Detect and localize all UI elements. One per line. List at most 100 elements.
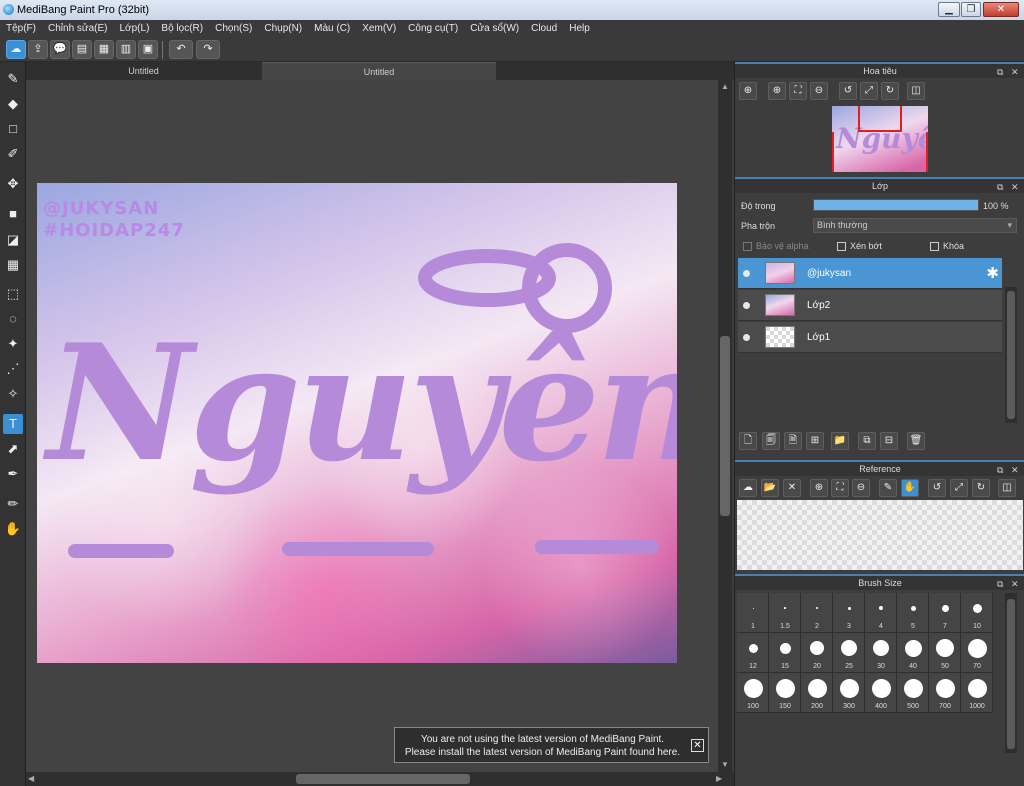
brush-size-cell[interactable]: 100 xyxy=(737,673,769,713)
scroll-left-arrow[interactable]: ◀ xyxy=(28,774,34,783)
brush-scroll-thumb[interactable] xyxy=(1007,599,1015,749)
tile-icon[interactable]: ▣ xyxy=(138,40,158,59)
new-layer-icon[interactable]: 🗋 xyxy=(739,432,757,450)
float-panel-icon[interactable]: ⧉ xyxy=(997,180,1003,194)
notice-close-icon[interactable]: ✕ xyxy=(691,739,704,752)
fill-rect-tool-icon[interactable]: ■ xyxy=(3,204,23,224)
tab-untitled-1[interactable]: Untitled xyxy=(26,62,261,80)
float-panel-icon[interactable]: ⧉ xyxy=(997,577,1003,591)
canvas-area[interactable]: @JUKYSAN #HOIDAP247 Nguyên xyxy=(26,80,718,772)
rotate-right-icon[interactable]: ↻ xyxy=(881,82,899,100)
brush-size-cell[interactable]: 2 xyxy=(801,593,833,633)
brush-size-cell[interactable]: 5 xyxy=(897,593,929,633)
redo-button[interactable]: ↷ xyxy=(196,40,220,59)
cloud-upload-icon[interactable]: ☁ xyxy=(6,40,26,59)
rotate-right-icon[interactable]: ↻ xyxy=(972,479,990,497)
blend-mode-select[interactable]: Bình thường ▾ xyxy=(813,218,1017,233)
lock-checkbox[interactable] xyxy=(930,242,939,251)
pen-tool-icon[interactable]: ✐ xyxy=(3,144,23,164)
brush-size-cell[interactable]: 1.5 xyxy=(769,593,801,633)
menu-item-7[interactable]: Xem(V) xyxy=(356,20,402,38)
brush-size-cell[interactable]: 7 xyxy=(929,593,961,633)
visibility-eye-icon[interactable] xyxy=(743,270,750,277)
close-panel-icon[interactable]: ✕ xyxy=(1011,65,1019,79)
zoom-in-alt-icon[interactable]: ⊕ xyxy=(768,82,786,100)
layer-row[interactable]: @jukysan ✱ xyxy=(738,258,1002,289)
gradient-tool-icon[interactable]: ▦ xyxy=(3,255,23,275)
menu-item-2[interactable]: Lớp(L) xyxy=(114,20,156,38)
tab-untitled-2[interactable]: Untitled xyxy=(262,62,496,80)
magic-wand-tool-icon[interactable]: ✦ xyxy=(3,334,23,354)
fit-canvas-icon[interactable]: ⤢ xyxy=(860,82,878,100)
update-notice[interactable]: You are not using the latest version of … xyxy=(394,727,709,763)
menu-item-3[interactable]: Bộ lọc(R) xyxy=(155,20,209,38)
brush-size-cell[interactable]: 25 xyxy=(833,633,865,673)
eyedropper-icon[interactable]: ✎ xyxy=(879,479,897,497)
close-button[interactable]: ✕ xyxy=(983,2,1019,17)
rectangle-tool-icon[interactable]: □ xyxy=(3,119,23,139)
layer-row[interactable]: Lớp2 xyxy=(738,290,1002,321)
new-1bit-layer-icon[interactable]: ⊞ xyxy=(806,432,824,450)
scroll-up-arrow[interactable]: ▲ xyxy=(721,82,729,91)
fit-window-icon[interactable]: ⛶ xyxy=(789,82,807,100)
brush-size-cell[interactable]: 10 xyxy=(961,593,993,633)
brush-size-cell[interactable]: 50 xyxy=(929,633,961,673)
flip-icon[interactable]: ◫ xyxy=(998,479,1016,497)
select-eraser-tool-icon[interactable]: ✧ xyxy=(3,384,23,404)
brush-size-cell[interactable]: 200 xyxy=(801,673,833,713)
fit-window-icon[interactable]: ⛶ xyxy=(831,479,849,497)
merge-layer-icon[interactable]: ⊟ xyxy=(880,432,898,450)
brush-size-cell[interactable]: 1 xyxy=(737,593,769,633)
menu-item-4[interactable]: Chọn(S) xyxy=(209,20,258,38)
brush-size-cell[interactable]: 12 xyxy=(737,633,769,673)
new-8bit-layer-icon[interactable]: 🗎 xyxy=(784,432,802,450)
divide-tool-icon[interactable]: ✒ xyxy=(3,464,23,484)
text-tool-icon[interactable]: T xyxy=(3,414,23,434)
maximize-button[interactable]: ❐ xyxy=(961,2,981,17)
layer-row[interactable]: Lớp1 xyxy=(738,322,1002,353)
brush-size-cell[interactable]: 40 xyxy=(897,633,929,673)
bucket-tool-icon[interactable]: ◪ xyxy=(3,230,23,250)
brush-size-cell[interactable]: 1000 xyxy=(961,673,993,713)
visibility-eye-icon[interactable] xyxy=(743,334,750,341)
zoom-out-icon[interactable]: ⊖ xyxy=(810,82,828,100)
lasso-tool-icon[interactable]: ◌ xyxy=(3,309,23,329)
flip-icon[interactable]: ◫ xyxy=(907,82,925,100)
zoom-in-icon[interactable]: ⊕ xyxy=(810,479,828,497)
cloud-download-icon[interactable]: ☁ xyxy=(739,479,757,497)
close-reference-icon[interactable]: ✕ xyxy=(783,479,801,497)
panel-layout-icon[interactable]: ▥ xyxy=(116,40,136,59)
new-halftone-layer-icon[interactable]: 🗐 xyxy=(762,432,780,450)
vertical-scroll-thumb[interactable] xyxy=(720,336,730,516)
select-pen-tool-icon[interactable]: ⋰ xyxy=(3,359,23,379)
minimize-button[interactable]: ▁ xyxy=(938,2,960,17)
undo-button[interactable]: ↶ xyxy=(169,40,193,59)
canvas-vertical-scrollbar[interactable]: ▲ ▼ xyxy=(718,80,732,772)
brush-size-cell[interactable]: 70 xyxy=(961,633,993,673)
menu-item-8[interactable]: Công cụ(T) xyxy=(402,20,464,38)
rotate-left-icon[interactable]: ↺ xyxy=(928,479,946,497)
brush-size-cell[interactable]: 4 xyxy=(865,593,897,633)
eyedropper-tool-icon[interactable]: ✏ xyxy=(3,494,23,514)
eraser-tool-icon[interactable]: ◆ xyxy=(3,94,23,114)
artwork-canvas[interactable]: @JUKYSAN #HOIDAP247 Nguyên xyxy=(37,183,677,663)
canvas-horizontal-scrollbar[interactable]: ◀ ▶ xyxy=(26,772,734,786)
brush-size-cell[interactable]: 30 xyxy=(865,633,897,673)
brush-tool-icon[interactable]: ✎ xyxy=(3,69,23,89)
menu-item-11[interactable]: Help xyxy=(563,20,596,38)
scroll-right-arrow[interactable]: ▶ xyxy=(716,774,722,783)
brush-size-cell[interactable]: 150 xyxy=(769,673,801,713)
new-folder-icon[interactable]: 📁 xyxy=(831,432,849,450)
brush-size-cell[interactable]: 300 xyxy=(833,673,865,713)
hand-tool-icon[interactable]: ✋ xyxy=(3,519,23,539)
brush-size-cell[interactable]: 15 xyxy=(769,633,801,673)
horizontal-scroll-thumb[interactable] xyxy=(296,774,470,784)
menu-item-0[interactable]: Tệp(F) xyxy=(0,20,42,38)
hand-icon[interactable]: ✋ xyxy=(901,479,919,497)
float-panel-icon[interactable]: ⧉ xyxy=(997,463,1003,477)
opacity-slider[interactable] xyxy=(813,199,979,211)
rotate-left-icon[interactable]: ↺ xyxy=(839,82,857,100)
clipping-checkbox[interactable] xyxy=(837,242,846,251)
zoom-out-icon[interactable]: ⊖ xyxy=(852,479,870,497)
duplicate-layer-icon[interactable]: ⧉ xyxy=(858,432,876,450)
